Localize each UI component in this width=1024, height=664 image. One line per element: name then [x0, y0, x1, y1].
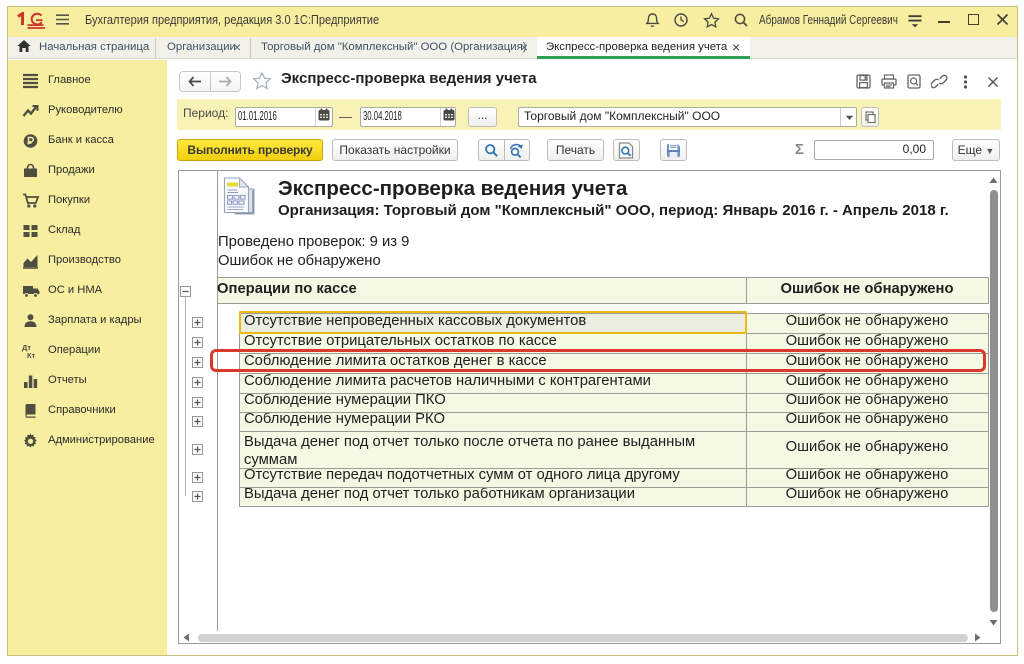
svg-text:Кт: Кт — [27, 351, 36, 359]
